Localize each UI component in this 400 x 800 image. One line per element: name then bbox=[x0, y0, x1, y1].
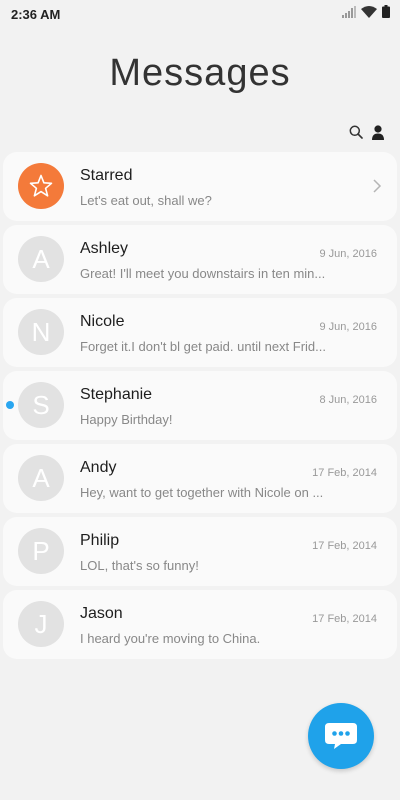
conversation-name: Jason bbox=[80, 605, 123, 622]
avatar: A bbox=[18, 236, 64, 282]
battery-icon bbox=[382, 5, 390, 23]
conversation-name: Philip bbox=[80, 532, 120, 549]
conversation-item-stephanie[interactable]: S Stephanie 8 Jun, 2016 Happy Birthday! bbox=[3, 371, 397, 440]
compose-message-button[interactable] bbox=[308, 703, 374, 769]
conversation-name: Starred bbox=[80, 167, 133, 184]
avatar: A bbox=[18, 455, 64, 501]
conversation-item-jason[interactable]: J Jason 17 Feb, 2014 I heard you're moving … bbox=[3, 590, 397, 659]
conversation-preview: Let's eat out, shall we? bbox=[80, 193, 212, 208]
avatar: N bbox=[18, 309, 64, 355]
conversation-date: 9 Jun, 2016 bbox=[319, 248, 378, 260]
avatar: J bbox=[18, 601, 64, 647]
contacts-icon[interactable] bbox=[370, 124, 386, 140]
conversation-preview: Hey, want to get together with Nicole on… bbox=[80, 485, 324, 500]
conversation-name: Ashley bbox=[80, 240, 129, 257]
conversation-name: Nicole bbox=[80, 313, 125, 330]
conversation-item-nicole[interactable]: N Nicole 9 Jun, 2016 Forget it.I don't bl g… bbox=[3, 298, 397, 367]
conversation-name: Stephanie bbox=[80, 386, 153, 403]
avatar: S bbox=[18, 382, 64, 428]
conversation-preview: Forget it.I don't bl get paid. until nex… bbox=[80, 339, 326, 354]
conversation-preview: LOL, that's so funny! bbox=[80, 558, 199, 573]
conversation-preview: I heard you're moving to China. bbox=[80, 631, 261, 646]
conversation-preview: Happy Birthday! bbox=[80, 412, 173, 427]
page-title: Messages bbox=[109, 52, 291, 94]
status-time: 2:36 AM bbox=[11, 7, 61, 22]
wifi-icon bbox=[361, 5, 377, 23]
compose-message-icon bbox=[325, 723, 357, 749]
conversation-item-philip[interactable]: P Philip 17 Feb, 2014 LOL, that's so funny! bbox=[3, 517, 397, 586]
status-icons bbox=[342, 5, 390, 23]
conversation-date: 17 Feb, 2014 bbox=[312, 613, 377, 625]
search-icon[interactable] bbox=[348, 124, 364, 140]
signal-icon bbox=[342, 5, 356, 23]
conversation-list: Starred Let's eat out, shall we? A Ashley… bbox=[3, 152, 397, 663]
star-icon bbox=[29, 174, 53, 197]
conversation-date: 17 Feb, 2014 bbox=[312, 540, 377, 552]
conversation-date: 9 Jun, 2016 bbox=[319, 321, 378, 333]
starred-avatar bbox=[18, 163, 64, 209]
status-bar: 2:36 AM bbox=[0, 0, 400, 30]
conversation-date: 8 Jun, 2016 bbox=[319, 394, 378, 406]
chevron-right-icon bbox=[371, 178, 383, 194]
starred-messages-item[interactable]: Starred Let's eat out, shall we? bbox=[3, 152, 397, 221]
conversation-item-ashley[interactable]: A Ashley 9 Jun, 2016 Great! I'll meet you d… bbox=[3, 225, 397, 294]
header-toolbar bbox=[348, 124, 386, 140]
conversation-date: 17 Feb, 2014 bbox=[312, 467, 377, 479]
conversation-item-andy[interactable]: A Andy 17 Feb, 2014 Hey, want to get togeth… bbox=[3, 444, 397, 513]
conversation-preview: Great! I'll meet you downstairs in ten m… bbox=[80, 266, 326, 281]
unread-indicator bbox=[6, 401, 14, 409]
avatar: P bbox=[18, 528, 64, 574]
conversation-name: Andy bbox=[80, 459, 117, 476]
